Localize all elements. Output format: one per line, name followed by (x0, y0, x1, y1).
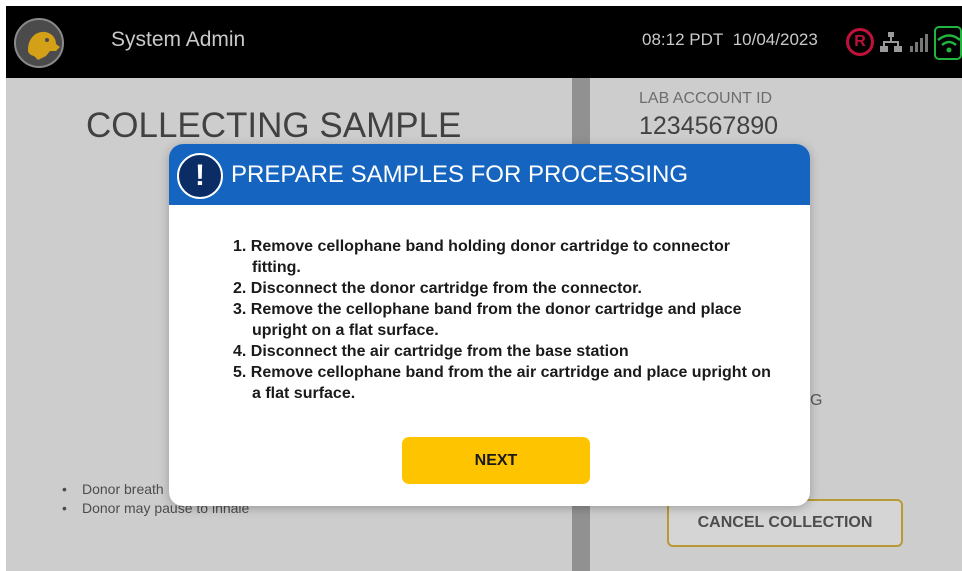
dialog-header: ! PREPARE SAMPLES FOR PROCESSING (169, 144, 810, 205)
network-icon (880, 32, 902, 57)
app-title: System Admin (111, 28, 246, 51)
signal-icon (910, 32, 932, 57)
dog-logo-icon (14, 18, 64, 68)
next-button[interactable]: NEXT (402, 437, 590, 484)
step-list: 1. Remove cellophane band holding donor … (233, 236, 773, 404)
prepare-samples-dialog: ! PREPARE SAMPLES FOR PROCESSING 1. Remo… (169, 144, 810, 506)
step-item: 1. Remove cellophane band holding donor … (233, 238, 730, 276)
step-item: 3. Remove the cellophane band from the d… (233, 301, 742, 339)
wifi-icon (934, 26, 962, 60)
clock: 08:12 PDT 10/04/2023 (642, 30, 818, 50)
step-item: 5. Remove cellophane band from the air c… (233, 364, 771, 402)
record-icon: R (846, 28, 874, 56)
dialog-title: PREPARE SAMPLES FOR PROCESSING (231, 161, 688, 188)
app-window: System Admin 08:12 PDT 10/04/2023 R COLL… (6, 6, 962, 571)
top-bar: System Admin 08:12 PDT 10/04/2023 R (6, 6, 962, 78)
exclamation-icon: ! (177, 153, 223, 199)
date-text: 10/04/2023 (732, 30, 818, 49)
step-item: 4. Disconnect the air cartridge from the… (233, 343, 629, 360)
time-text: 08:12 PDT (642, 30, 724, 49)
step-item: 2. Disconnect the donor cartridge from t… (233, 280, 642, 297)
